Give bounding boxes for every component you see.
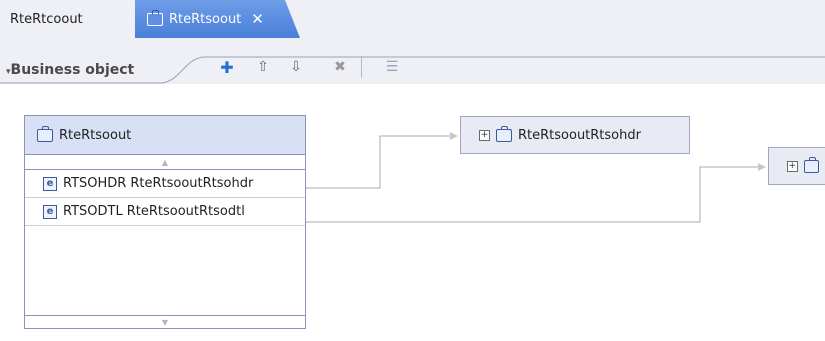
expand-icon[interactable]: + xyxy=(479,129,490,141)
properties-icon[interactable]: ☰ xyxy=(382,57,402,77)
delete-icon[interactable]: ✖ xyxy=(330,57,350,77)
attribute-type: RteRtsooutRtsohdr xyxy=(130,176,254,191)
scroll-down-button[interactable]: ▼ xyxy=(25,315,305,328)
attribute-row[interactable]: e RTSOHDR RteRtsooutRtsohdr xyxy=(25,170,305,198)
business-object-name: RteRtsoout xyxy=(59,127,132,143)
tab-label: RteRtcoout xyxy=(10,11,83,27)
attribute-name: RTSODTL xyxy=(63,204,123,219)
business-object-icon xyxy=(496,125,512,142)
editor-tab-bar: RteRtcoout RteRtsoout ✕ xyxy=(0,0,825,38)
close-icon[interactable]: ✕ xyxy=(251,10,264,28)
attribute-row[interactable]: e RTSODTL RteRtsooutRtsodtl xyxy=(25,198,305,226)
business-object-box[interactable]: RteRtsoout ▲ e RTSOHDR RteRtsooutRtsohdr… xyxy=(24,115,306,329)
tab-label: RteRtsoout xyxy=(169,11,242,27)
add-attribute-icon[interactable]: ✚ xyxy=(217,57,237,77)
scroll-up-button[interactable]: ▲ xyxy=(25,155,305,170)
business-object-icon xyxy=(147,9,163,26)
attribute-name: RTSOHDR xyxy=(63,176,127,191)
tab-rtertsoout[interactable]: RteRtsoout ✕ xyxy=(135,0,300,38)
move-up-icon[interactable]: ⇧ xyxy=(253,57,273,77)
child-business-object-rtsohdr[interactable]: + RteRtsooutRtsohdr xyxy=(460,116,690,154)
business-object-icon xyxy=(37,125,53,142)
attribute-type: RteRtsooutRtsodtl xyxy=(126,204,245,219)
toolbar-divider xyxy=(361,56,362,78)
business-object-icon xyxy=(803,156,819,173)
child-business-object-rtsodtl[interactable]: + xyxy=(768,147,825,185)
business-object-title[interactable]: RteRtsoout xyxy=(25,116,305,155)
tab-rtertcoout[interactable]: RteRtcoout xyxy=(0,0,135,38)
move-down-icon[interactable]: ⇩ xyxy=(286,57,306,77)
element-icon: e xyxy=(43,176,57,191)
section-label[interactable]: ▾Business object xyxy=(6,62,134,78)
child-business-object-name: RteRtsooutRtsohdr xyxy=(518,127,641,143)
expand-icon[interactable]: + xyxy=(787,160,798,172)
element-icon: e xyxy=(43,204,57,219)
